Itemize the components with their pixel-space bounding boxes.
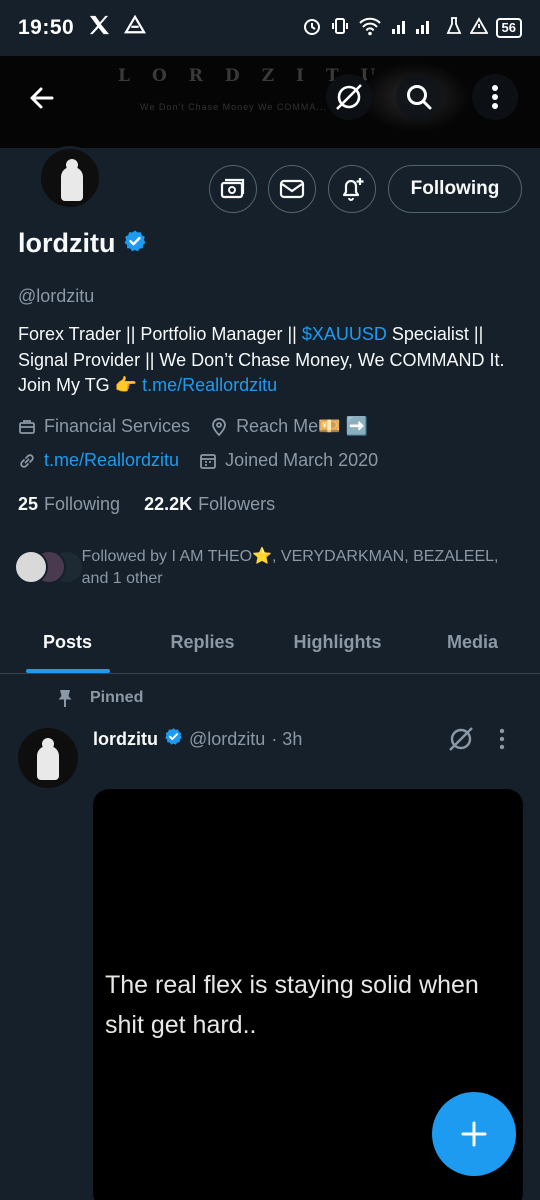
website-item[interactable]: t.me/Reallordzitu xyxy=(18,450,179,471)
post-header: lordzitu @lordzitu · 3h xyxy=(93,727,302,751)
x-logo-icon xyxy=(88,15,110,41)
subscribe-button[interactable] xyxy=(209,165,257,213)
follower-avatar xyxy=(14,550,48,584)
grok-icon xyxy=(449,727,473,751)
following-button[interactable]: Following xyxy=(388,165,522,213)
location-item: Reach Me💴 ➡️ xyxy=(210,416,368,437)
envelope-icon xyxy=(279,179,305,199)
banner-subtext: We Don't Chase Money We COMMA... xyxy=(140,102,327,112)
profile-banner: LORDZITU We Don't Chase Money We COMMA..… xyxy=(0,56,540,148)
tab-posts[interactable]: Posts xyxy=(0,612,135,673)
wifi-icon xyxy=(358,16,382,41)
joined-item: Joined March 2020 xyxy=(199,450,378,471)
followed-by-avatars xyxy=(14,546,84,586)
followers-count-label: Followers xyxy=(198,494,276,514)
bio-text: Forex Trader || Portfolio Manager || xyxy=(18,324,302,344)
signal-icon xyxy=(390,16,438,41)
plus-icon xyxy=(461,1121,487,1147)
pin-icon xyxy=(58,690,72,707)
briefcase-icon xyxy=(19,419,35,434)
bell-plus-icon xyxy=(342,178,364,201)
post-author-handle: @lordzitu xyxy=(189,728,266,749)
more-options-button[interactable] xyxy=(472,74,518,120)
vertical-dots-icon xyxy=(499,728,505,750)
tab-media[interactable]: Media xyxy=(405,612,540,673)
tab-replies[interactable]: Replies xyxy=(135,612,270,673)
verified-badge-icon xyxy=(123,229,147,258)
avatar-figure-shape xyxy=(61,167,83,201)
cashtag-link[interactable]: $XAUUSD xyxy=(302,324,387,344)
post-author-avatar[interactable] xyxy=(18,728,78,788)
status-time: 19:50 xyxy=(18,16,75,39)
grok-icon xyxy=(336,84,362,110)
post-grok-button[interactable] xyxy=(446,724,476,759)
vibrate-icon xyxy=(330,16,350,41)
bio-telegram-link[interactable]: t.me/Reallordzitu xyxy=(142,375,277,395)
status-bar: 19:50 56 xyxy=(0,0,540,56)
compose-post-button[interactable] xyxy=(432,1092,516,1176)
drive-icon xyxy=(124,14,147,41)
followed-by-text: Followed by I AM THEO⭐️, VERYDARKMAN, BE… xyxy=(81,548,499,587)
profile-meta-row-2: t.me/Reallordzitu Joined March 2020 xyxy=(18,450,392,471)
back-button[interactable] xyxy=(20,76,64,120)
category-label: Financial Services xyxy=(44,416,191,436)
vertical-dots-icon xyxy=(492,85,498,109)
warning-icon xyxy=(468,16,489,40)
website-link[interactable]: t.me/Reallordzitu xyxy=(44,450,179,471)
profile-name-row: lordzitu xyxy=(18,228,147,259)
location-pin-icon xyxy=(212,417,226,436)
avatar-figure-shape xyxy=(37,746,59,780)
grok-button[interactable] xyxy=(326,74,372,120)
money-icon xyxy=(220,178,245,199)
battery-indicator: 56 xyxy=(495,18,522,38)
verified-badge-icon xyxy=(164,727,183,751)
link-icon xyxy=(20,453,34,468)
profile-bio: Forex Trader || Portfolio Manager || $XA… xyxy=(18,322,524,399)
message-button[interactable] xyxy=(268,165,316,213)
profile-meta-row: Financial Services Reach Me💴 ➡️ xyxy=(18,416,382,437)
location-label: Reach Me💴 ➡️ xyxy=(236,416,368,436)
profile-handle: @lordzitu xyxy=(18,286,95,306)
alarm-icon xyxy=(302,16,322,41)
search-icon xyxy=(407,85,432,110)
arrow-left-icon xyxy=(30,87,54,109)
flask-icon xyxy=(446,16,462,41)
profile-avatar[interactable] xyxy=(38,146,102,210)
post-image-text: The real flex is staying solid when shit… xyxy=(105,971,479,1039)
followers-count: 22.2K xyxy=(144,494,193,514)
tab-highlights[interactable]: Highlights xyxy=(270,612,405,673)
post-timestamp: · 3h xyxy=(271,728,303,749)
followed-by-section[interactable]: Followed by I AM THEO⭐️, VERYDARKMAN, BE… xyxy=(14,546,524,590)
category-item: Financial Services xyxy=(18,416,190,437)
joined-label: Joined March 2020 xyxy=(225,450,379,470)
search-button[interactable] xyxy=(396,74,442,120)
post-author-name[interactable]: lordzitu xyxy=(93,729,158,750)
notifications-button[interactable] xyxy=(328,165,376,213)
following-count: 25 xyxy=(18,494,39,514)
pinned-indicator: Pinned xyxy=(56,688,143,708)
calendar-icon xyxy=(200,453,216,469)
post-more-button[interactable] xyxy=(498,728,506,755)
display-name: lordzitu xyxy=(18,228,116,258)
followers-count-link[interactable]: 22.2K Followers xyxy=(144,494,275,515)
pinned-label: Pinned xyxy=(90,689,144,706)
following-count-link[interactable]: 25 Following xyxy=(18,494,120,515)
profile-tabs: Posts Replies Highlights Media xyxy=(0,612,540,674)
following-count-label: Following xyxy=(44,494,121,514)
follow-counts: 25 Following 22.2K Followers xyxy=(18,494,275,515)
